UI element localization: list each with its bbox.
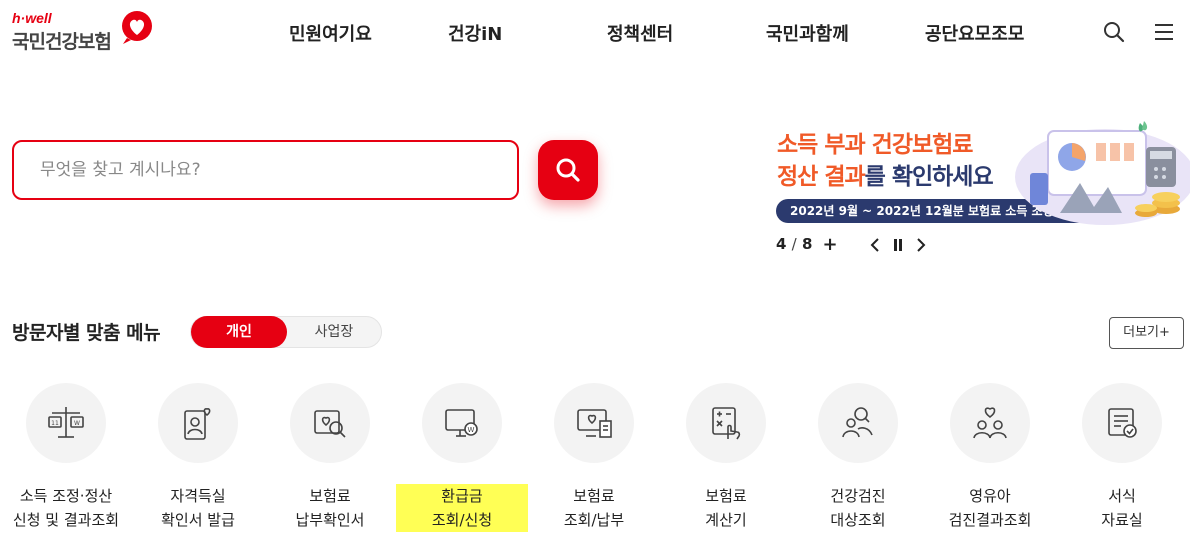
menu-icon-circle [158, 383, 238, 463]
search-input[interactable] [40, 156, 490, 184]
calculator-hand-icon [712, 407, 741, 440]
menu-label: 환급금 조회/신청 [396, 484, 528, 532]
menu-label-line2: 조회/신청 [396, 508, 528, 532]
menu-label-line2: 신청 및 결과조회 [12, 511, 120, 529]
menu-label-line1: 보험료 [705, 487, 747, 505]
promo-banner[interactable]: 소득 부과 건강보험료 정산 결과를 확인하세요 2022년 9월 ~ 2022… [770, 115, 1190, 227]
menu-item-calculator[interactable]: 보험료 계산기 [660, 383, 792, 543]
menu-label-line2: 조회/납부 [563, 511, 625, 529]
menu-label-line1: 서식 [1108, 487, 1136, 505]
menu-label: 건강검진 대상조회 [792, 484, 924, 532]
menu-item-infant-checkup[interactable]: 영유아 검진결과조회 [924, 383, 1056, 543]
nav-item-policy[interactable]: 정책센터 [607, 20, 673, 46]
menu-item-premium-lookup[interactable]: 보험료 조회/납부 [528, 383, 660, 543]
main-nav: 민원여기요 건강iN 정책센터 국민과함께 공단요모조모 [0, 20, 1200, 48]
menu-label-line2: 납부확인서 [295, 511, 365, 529]
menu-label-line1: 환급금 [396, 484, 528, 508]
document-check-icon [1108, 408, 1137, 438]
id-card-heart-icon [184, 408, 211, 440]
menu-icon-circle: 11 W [26, 383, 106, 463]
menu-icon-circle [554, 383, 634, 463]
menu-label: 자격득실 확인서 발급 [132, 484, 264, 532]
menu-item-refund[interactable]: W 환급금 조회/신청 [396, 383, 528, 543]
menu-label-line2: 자료실 [1101, 511, 1143, 529]
menu-icon[interactable] [1152, 20, 1176, 44]
menu-label-line1: 소득 조정·정산 [19, 487, 113, 505]
chevron-right-icon[interactable] [910, 235, 930, 255]
menu-label: 보험료 납부확인서 [264, 484, 396, 532]
pager-count: 4 / 8 [776, 235, 813, 253]
menu-label: 보험료 계산기 [660, 484, 792, 532]
menu-item-income-adjust[interactable]: 11 W 소득 조정·정산 신청 및 결과조회 [0, 383, 132, 543]
banner-illustration-icon [1015, 121, 1190, 225]
pager-total: 8 [801, 235, 813, 253]
menu-label: 서식 자료실 [1056, 484, 1188, 532]
search-box [12, 140, 519, 200]
section-title: 방문자별 맞춤 메뉴 [12, 322, 161, 344]
more-button[interactable]: 더보기+ [1109, 317, 1184, 349]
menu-icon-circle [950, 383, 1030, 463]
banner-accent: 정산 결과 [777, 164, 866, 190]
svg-text:11: 11 [51, 420, 59, 427]
menu-label-line2: 확인서 발급 [161, 511, 235, 529]
search-button[interactable] [538, 140, 598, 200]
menu-label-line2: 대상조회 [830, 511, 886, 529]
menu-label-line1: 보험료 [573, 487, 615, 505]
people-search-icon [842, 407, 873, 438]
banner-dark-text: 를 확인하세요 [864, 164, 994, 190]
monitor-won-icon: W [445, 409, 478, 437]
menu-icon-circle [1082, 383, 1162, 463]
search-icon [556, 158, 580, 182]
menu-icon-circle [686, 383, 766, 463]
svg-text:W: W [468, 426, 475, 434]
menu-label-line1: 보험료 [309, 487, 351, 505]
menu-label-line1: 영유아 [969, 487, 1011, 505]
highlight-line2: 조회/신청 [396, 508, 528, 532]
nav-item-health[interactable]: 건강iN [448, 20, 502, 46]
menu-item-eligibility[interactable]: 자격득실 확인서 발급 [132, 383, 264, 543]
menu-label-line1: 자격득실 [170, 487, 226, 505]
nav-item-civil[interactable]: 민원여기요 [289, 20, 372, 46]
search-heart-document-icon [314, 410, 346, 438]
menu-label-line1: 건강검진 [830, 487, 886, 505]
toggle-personal[interactable]: 개인 [191, 316, 287, 348]
visitor-type-toggle: 개인 사업장 [190, 316, 382, 348]
menu-item-forms[interactable]: 서식 자료실 [1056, 383, 1188, 543]
family-heart-icon [973, 407, 1007, 439]
banner-subheadline: 정산 결과를 확인하세요 [777, 157, 994, 191]
chevron-left-icon[interactable] [866, 235, 886, 255]
menu-label-line2: 계산기 [705, 511, 747, 529]
pager-current: 4 [776, 235, 787, 253]
pause-icon[interactable] [888, 235, 908, 255]
menu-icon-circle [290, 383, 370, 463]
highlight-line1: 환급금 [396, 484, 528, 508]
menu-label: 보험료 조회/납부 [528, 484, 660, 532]
pager-add-button[interactable]: + [820, 235, 840, 255]
menu-item-payment-cert[interactable]: 보험료 납부확인서 [264, 383, 396, 543]
scale-icon: 11 W [48, 407, 84, 438]
menu-item-checkup-target[interactable]: 건강검진 대상조회 [792, 383, 924, 543]
menu-label-line2: 검진결과조회 [948, 511, 1032, 529]
menu-label: 소득 조정·정산 신청 및 결과조회 [0, 484, 132, 532]
svg-text:W: W [74, 420, 80, 427]
search-icon[interactable] [1102, 20, 1126, 44]
menu-label: 영유아 검진결과조회 [924, 484, 1056, 532]
menu-icon-circle: W [422, 383, 502, 463]
banner-headline: 소득 부과 건강보험료 [777, 132, 973, 158]
nav-item-about[interactable]: 공단요모조모 [925, 20, 1024, 46]
toggle-business[interactable]: 사업장 [287, 317, 381, 347]
nav-item-together[interactable]: 국민과함께 [766, 20, 849, 46]
menu-icon-circle [818, 383, 898, 463]
monitor-receipt-icon [577, 409, 612, 438]
